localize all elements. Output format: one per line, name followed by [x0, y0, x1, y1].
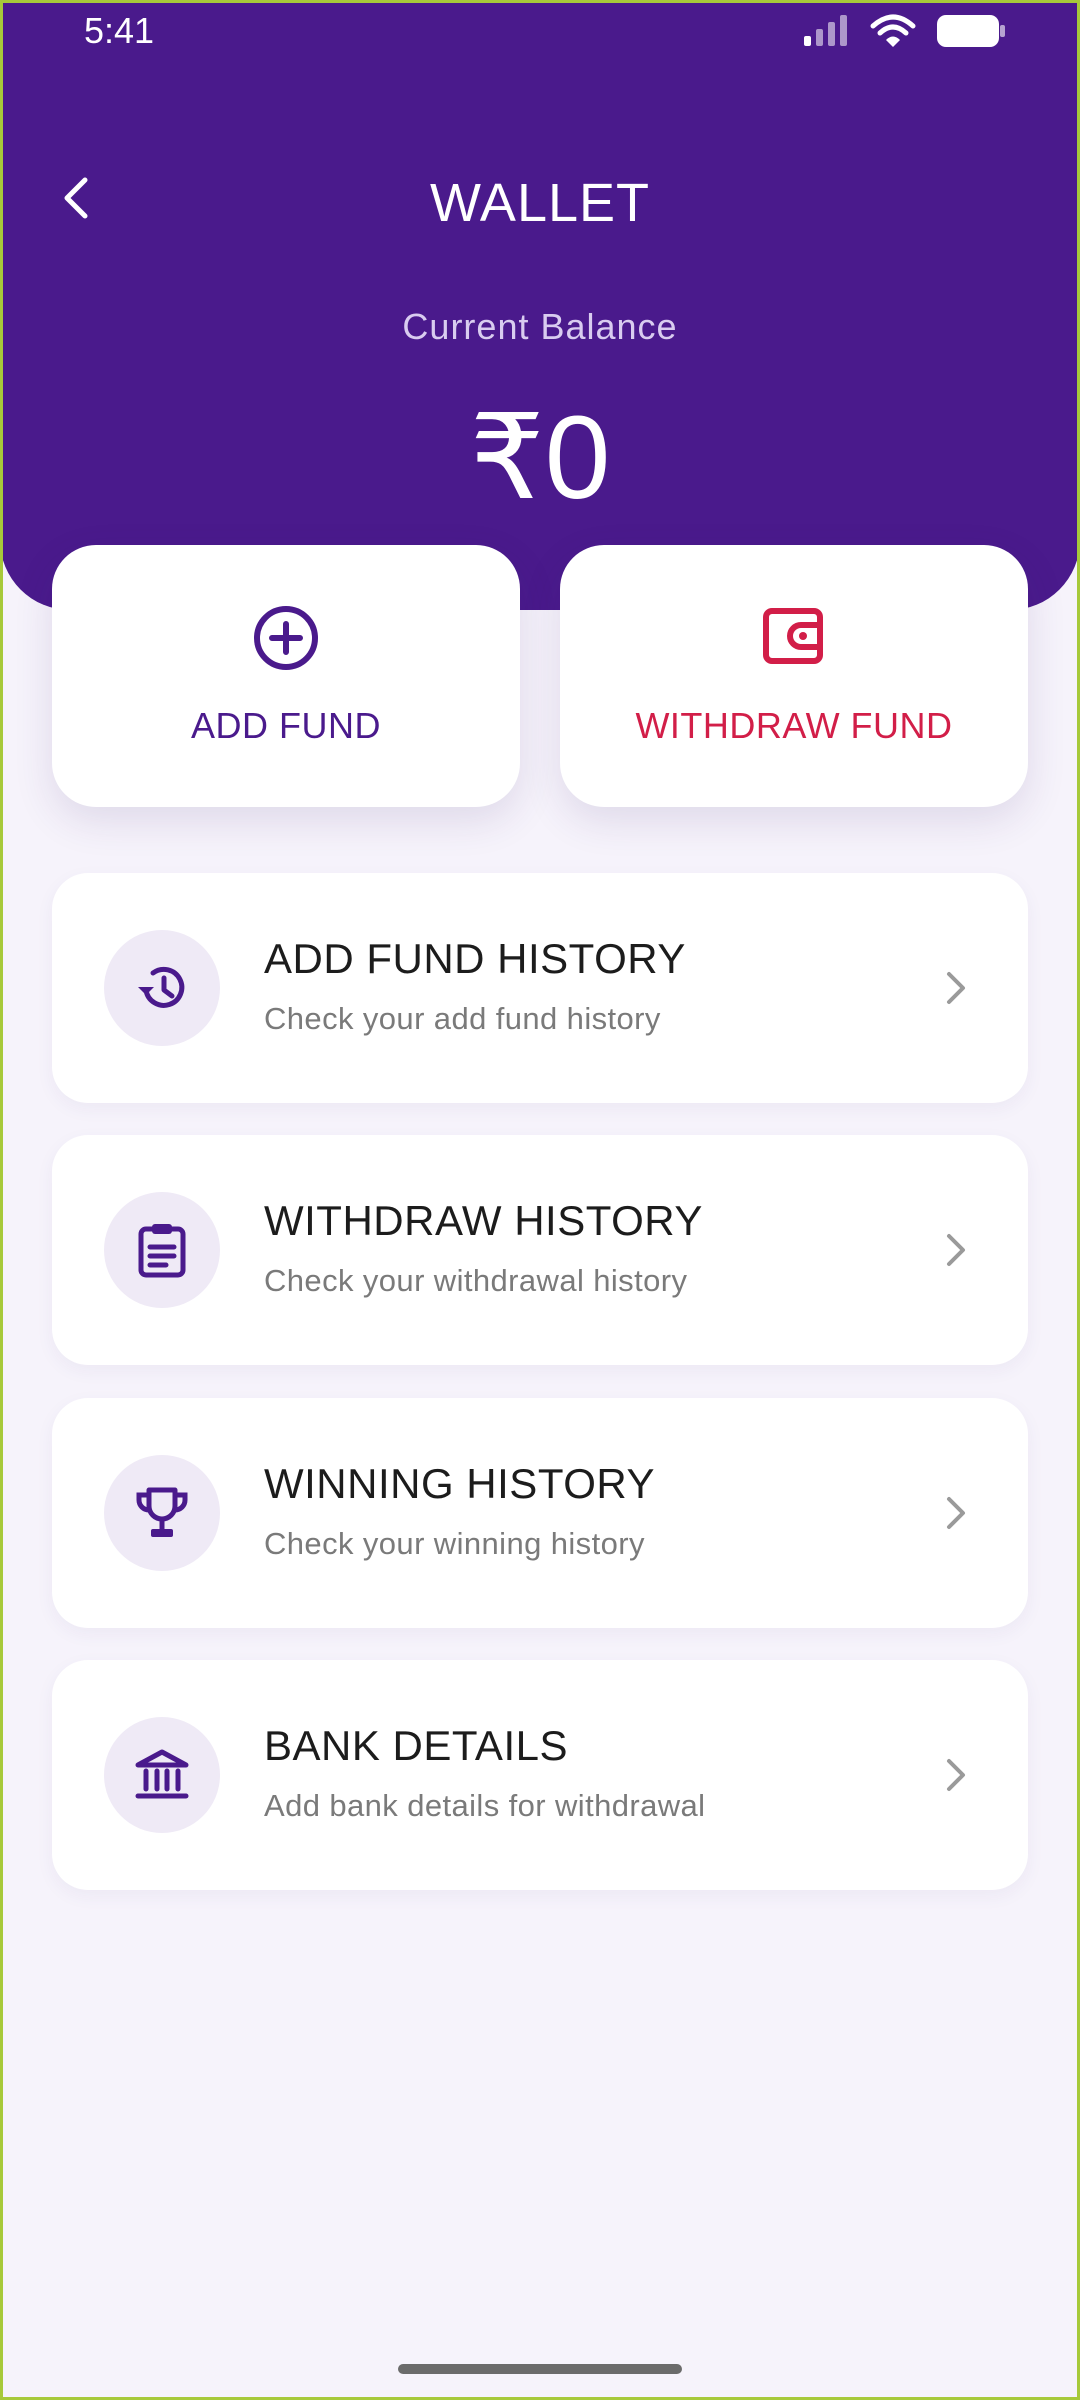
chevron-right-icon [936, 1230, 976, 1270]
menu-icon-circle [104, 1455, 220, 1571]
home-indicator[interactable] [398, 2364, 682, 2374]
menu-item-title: ADD FUND HISTORY [264, 935, 686, 982]
menu-item-add-fund-history[interactable]: ADD FUND HISTORY Check your add fund his… [52, 873, 1028, 1103]
menu-item-title: BANK DETAILS [264, 1722, 568, 1769]
history-icon [138, 966, 185, 1008]
status-icons [802, 14, 1006, 48]
menu-item-subtitle: Add bank details for withdrawal [264, 1788, 706, 1823]
wifi-icon [870, 14, 916, 47]
bank-icon [135, 1749, 189, 1799]
withdraw-fund-label: WITHDRAW FUND [635, 705, 953, 746]
clipboard-icon [138, 1224, 186, 1278]
menu-icon-circle [104, 930, 220, 1046]
wallet-icon [763, 608, 823, 664]
plus-circle-icon [254, 606, 318, 670]
withdraw-fund-icon-wrap [560, 603, 1028, 669]
chevron-right-icon [936, 968, 976, 1008]
page-title: WALLET [429, 173, 651, 233]
chevron-right-icon [936, 1493, 976, 1533]
menu-item-bank-details[interactable]: BANK DETAILS Add bank details for withdr… [52, 1660, 1028, 1890]
balance-value: ₹0 [469, 392, 611, 524]
balance-label: Current Balance [402, 306, 678, 347]
withdraw-fund-button[interactable]: WITHDRAW FUND [560, 545, 1028, 807]
add-fund-label: ADD FUND [191, 705, 381, 746]
menu-item-subtitle: Check your winning history [264, 1526, 645, 1561]
menu-icon-circle [104, 1717, 220, 1833]
add-fund-icon-wrap [52, 603, 520, 673]
battery-icon [937, 15, 1005, 47]
trophy-icon [136, 1487, 188, 1537]
menu-item-winning-history[interactable]: WINNING HISTORY Check your winning histo… [52, 1398, 1028, 1628]
menu-icon-circle [104, 1192, 220, 1308]
signal-icon [804, 15, 847, 46]
top-bar: WALLET [0, 150, 1080, 250]
status-bar: 5:41 [0, 0, 1080, 66]
menu-item-withdraw-history[interactable]: WITHDRAW HISTORY Check your withdrawal h… [52, 1135, 1028, 1365]
chevron-right-icon [936, 1755, 976, 1795]
menu-item-subtitle: Check your withdrawal history [264, 1263, 688, 1298]
menu-item-subtitle: Check your add fund history [264, 1001, 661, 1036]
add-fund-button[interactable]: ADD FUND [52, 545, 520, 807]
menu-item-title: WINNING HISTORY [264, 1460, 655, 1507]
menu-item-title: WITHDRAW HISTORY [264, 1197, 703, 1244]
status-time: 5:41 [84, 10, 155, 51]
